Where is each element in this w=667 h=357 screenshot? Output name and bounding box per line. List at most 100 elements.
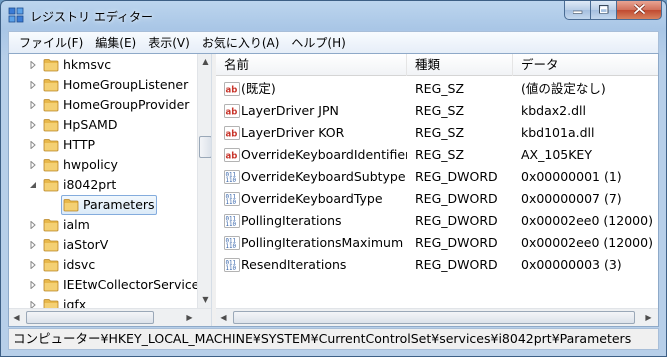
column-name[interactable]: 名前 [216,54,407,76]
scroll-left-icon[interactable]: ◀ [216,309,231,326]
list-row[interactable]: 011 110 PollingIterations REG_DWORD 0x00002e… [216,210,658,232]
scroll-up-icon[interactable]: ▲ [198,54,211,69]
value-name: LayerDriver JPN [241,103,339,118]
list-row[interactable]: ab OverrideKeyboardIdentifier REG_SZ AX_105… [216,144,658,166]
scroll-left-icon[interactable]: ◀ [9,309,24,326]
tree-item-label: hkmsvc [63,57,112,72]
scroll-down-icon[interactable]: ▼ [198,292,211,307]
tree-item-label: idsvc [63,257,96,272]
folder-icon [43,158,59,172]
value-data: (値の設定なし) [521,81,606,96]
column-type[interactable]: 種類 [407,54,513,76]
tree-item[interactable]: HpSAMD [9,115,197,135]
open-folder-icon [43,178,59,192]
folder-icon [43,218,59,232]
tree-item[interactable]: HTTP [9,135,197,155]
maximize-icon [598,3,609,17]
collapsed-arrow-icon[interactable] [29,80,37,90]
list-row[interactable]: 011 110 OverrideKeyboardSubtype REG_DWORD 0x… [216,166,658,188]
minimize-button[interactable] [564,1,591,20]
caption-buttons [564,1,662,21]
list-row[interactable]: 011 110 PollingIterationsMaximum REG_DWORD 0… [216,232,658,254]
svg-text:110: 110 [226,266,237,272]
scroll-right-icon[interactable]: ▶ [641,309,656,326]
list-row[interactable]: 011 110 OverrideKeyboardType REG_DWORD 0x000… [216,188,658,210]
values-list[interactable]: 名前 種類 データ ab (既定) REG_SZ (値の設定なし) ab LayerDri… [216,54,658,326]
menu-favorites[interactable]: お気に入り(A) [196,33,286,53]
tree-item[interactable]: ialm [9,215,197,235]
column-data[interactable]: データ [513,54,658,76]
tree-item-label: Parameters [83,197,155,212]
collapsed-arrow-icon[interactable] [29,240,37,250]
tree-item[interactable]: idsvc [9,255,197,275]
tree-scroll-thumb[interactable] [199,136,211,158]
tree-item-label: ialm [63,217,90,232]
list-row[interactable]: ab LayerDriver KOR REG_SZ kbd101a.dll [216,122,658,144]
expanded-arrow-icon[interactable] [29,181,37,189]
tree-item[interactable]: HomeGroupListener [9,75,197,95]
tree-item-label: hwpolicy [63,157,118,172]
maximize-button[interactable] [591,1,617,20]
tree-item[interactable]: hwpolicy [9,155,197,175]
tree-item-label: i8042prt [63,177,117,192]
close-button[interactable] [617,1,662,20]
binary-value-icon: 011 110 [224,257,240,273]
value-name: ResendIterations [241,257,347,272]
list-row[interactable]: ab LayerDriver JPN REG_SZ kbdax2.dll [216,100,658,122]
window-title: レジストリ エディター [30,10,153,24]
tree-item[interactable]: hkmsvc [9,55,197,75]
tree-vertical-scrollbar[interactable]: ▲ ▼ [197,54,211,308]
tree-item[interactable]: IEEtwCollectorService [9,275,200,295]
key-tree[interactable]: hkmsvc HomeGroupListener HomeGroupProvider… [9,54,212,326]
collapsed-arrow-icon[interactable] [29,60,37,70]
value-data: 0x00002ee0 (12000) [521,213,653,228]
tree-item-label: IEEtwCollectorService [63,277,200,292]
collapsed-arrow-icon[interactable] [29,140,37,150]
list-row[interactable]: ab (既定) REG_SZ (値の設定なし) [216,78,658,100]
menu-edit[interactable]: 編集(E) [89,33,142,53]
menu-file[interactable]: ファイル(F) [13,33,89,53]
tree-item[interactable]: HomeGroupProvider [9,95,197,115]
scroll-right-icon[interactable]: ▶ [182,309,197,326]
collapsed-arrow-icon[interactable] [29,260,37,270]
folder-icon [43,278,59,292]
folder-icon [43,238,59,252]
value-name: (既定) [241,81,276,96]
menu-view[interactable]: 表示(V) [142,33,196,53]
title-bar[interactable]: レジストリ エディター [1,1,666,31]
value-type: REG_DWORD [415,169,498,184]
string-value-icon: ab [224,125,240,141]
value-type: REG_SZ [415,103,465,118]
tree-item[interactable]: Parameters [9,195,197,215]
collapsed-arrow-icon[interactable] [29,160,37,170]
collapsed-arrow-icon[interactable] [29,220,37,230]
folder-icon [43,58,59,72]
tree-item[interactable]: i8042prt [9,175,197,195]
value-type: REG_SZ [415,147,465,162]
minimize-icon [572,3,583,17]
string-value-icon: ab [224,81,240,97]
registry-editor-icon [8,7,24,23]
value-name: PollingIterations [241,213,342,228]
folder-icon [43,118,59,132]
menu-help[interactable]: ヘルプ(H) [285,33,351,53]
value-data: 0x00000007 (7) [521,191,622,206]
folder-icon [43,258,59,272]
svg-text:ab: ab [226,86,238,96]
value-name: PollingIterationsMaximum [241,235,404,250]
value-name: LayerDriver KOR [241,125,345,140]
list-hscroll-thumb[interactable] [233,311,635,324]
svg-text:ab: ab [226,152,238,162]
collapsed-arrow-icon[interactable] [29,280,37,290]
list-horizontal-scrollbar[interactable]: ◀ ▶ [216,308,658,326]
tree-item[interactable]: iaStorV [9,235,197,255]
tree-horizontal-scrollbar[interactable]: ◀ ▶ [9,308,211,326]
tree-hscroll-thumb[interactable] [26,311,154,324]
value-name: OverrideKeyboardType [241,191,383,206]
collapsed-arrow-icon[interactable] [29,100,37,110]
binary-value-icon: 011 110 [224,235,240,251]
list-row[interactable]: 011 110 ResendIterations REG_DWORD 0x0000000… [216,254,658,276]
collapsed-arrow-icon[interactable] [29,120,37,130]
status-path: コンピューター¥HKEY_LOCAL_MACHINE¥SYSTEM¥Curren… [13,331,632,346]
svg-text:110: 110 [226,222,237,228]
